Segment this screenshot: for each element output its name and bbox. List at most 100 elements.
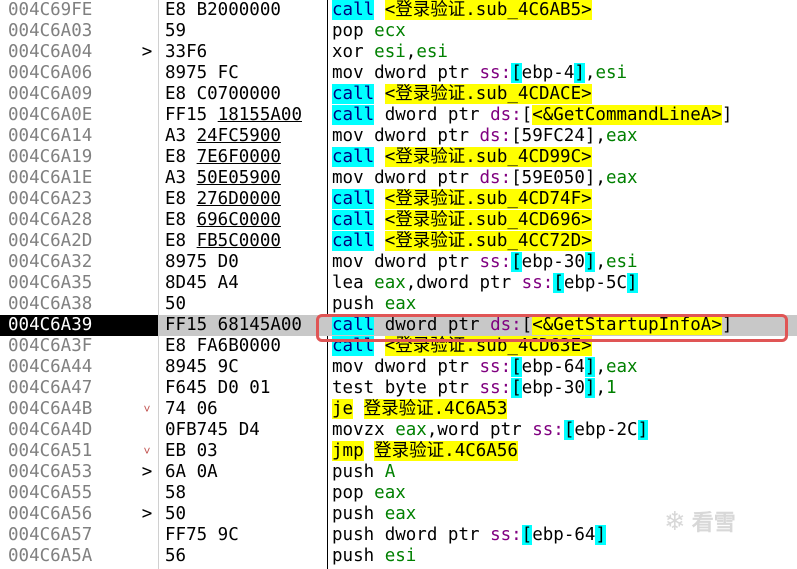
segment-prefix: ds:	[479, 168, 512, 188]
operand-text: ,	[595, 168, 606, 188]
address-cell: 004C6A1E	[8, 168, 93, 188]
mnemonic: push	[332, 294, 375, 314]
address-cell: 004C6A55	[8, 483, 93, 503]
instruction-cell: push esi	[332, 546, 416, 567]
address-cell: 004C6A06	[8, 63, 93, 83]
memory-bracket: [	[511, 252, 522, 272]
disasm-row[interactable]: 004C6A3F E8 FA6B0000 call <登录验证.sub_4CD63E…	[0, 336, 797, 357]
operand-text: ,dword ptr	[405, 273, 522, 293]
instruction-cell: test byte ptr ss:[ebp-30],1	[332, 378, 617, 399]
instruction-cell: je 登录验证.4C6A53	[332, 399, 508, 420]
address-cell: 004C6A53	[8, 462, 93, 482]
bytes-cell: A3 24FC5900	[165, 126, 325, 147]
address-cell: 004C6A04	[8, 42, 93, 62]
disasm-row[interactable]: 004C6A2D E8 FB5C0000 call <登录验证.sub_4CC72D…	[0, 231, 797, 252]
mnemonic: push	[332, 546, 375, 566]
disasm-row[interactable]: 004C6A19 E8 7E6F0000 call <登录验证.sub_4CD99C…	[0, 147, 797, 168]
instruction-cell: pop eax	[332, 483, 406, 504]
bytes-cell: E8 B2000000	[165, 0, 325, 21]
memory-bracket: ]	[584, 357, 596, 377]
disasm-row[interactable]: 004C6A23 E8 276D0000 call <登录验证.sub_4CD74F…	[0, 189, 797, 210]
disasm-row[interactable]: 004C6A03 59 pop ecx	[0, 21, 797, 42]
mnemonic: push	[332, 462, 375, 482]
opcode-bytes: 59	[165, 21, 187, 41]
disasm-row[interactable]: 004C6A39 FF15 68145A00 call dword ptr ds:[…	[0, 315, 797, 336]
disasm-row[interactable]: 004C6A47 F645 D0 01 test byte ptr ss:[ebp-…	[0, 378, 797, 399]
mnemonic: push	[332, 504, 375, 524]
disasm-row[interactable]: 004C6A35 8D45 A4 lea eax,dword ptr ss:[ebp…	[0, 273, 797, 294]
address-cell: 004C6A4B	[8, 399, 93, 419]
register: eax	[395, 420, 427, 440]
disasm-row[interactable]: 004C6A53 >6A 0A push A	[0, 462, 797, 483]
memory-bracket: ]	[627, 273, 638, 293]
mnemonic: lea	[332, 273, 364, 293]
disasm-row[interactable]: 004C6A04 >33F6 xor esi,esi	[0, 42, 797, 63]
opcode-bytes: FF15	[165, 105, 218, 125]
disasm-row[interactable]: 004C6A51 ˅ EB 03 jmp 登录验证.4C6A56	[0, 441, 797, 462]
mnemonic: call	[332, 315, 375, 335]
mnemonic: pop	[332, 483, 364, 503]
mnemonic: mov	[332, 63, 364, 83]
opcode-bytes: E8 B2000000	[165, 0, 281, 20]
mnemonic: xor	[332, 42, 364, 62]
symbol-reference: 登录验证.4C6A53	[363, 399, 508, 419]
operand-text: ,word ptr	[426, 420, 533, 440]
disasm-row[interactable]: 004C6A38 50 push eax	[0, 294, 797, 315]
address-cell: 004C6A14	[8, 126, 93, 146]
bytes-cell: 8975 D0	[165, 252, 325, 273]
register: eax	[605, 357, 638, 377]
memory-bracket: ]	[595, 525, 606, 545]
bytes-cell: FF75 9C	[165, 525, 325, 546]
segment-prefix: ds:	[479, 126, 512, 146]
memory-bracket: [	[511, 357, 522, 377]
symbol-reference: <登录验证.sub_4CD99C>	[384, 147, 592, 167]
disasm-row[interactable]: 004C6A5A 56 push esi	[0, 546, 797, 567]
segment-prefix: ss:	[532, 420, 564, 440]
mnemonic: call	[332, 84, 375, 104]
operand-text: [59E050]	[511, 168, 596, 188]
register: eax	[605, 126, 638, 146]
disasm-row[interactable]: 004C6A06 8975 FC mov dword ptr ss:[ebp-4],…	[0, 63, 797, 84]
disasm-row[interactable]: 004C6A4B ˅ 74 06 je 登录验证.4C6A53	[0, 399, 797, 420]
disasm-row[interactable]: 004C6A28 E8 696C0000 call <登录验证.sub_4CD696…	[0, 210, 797, 231]
memory-bracket: ]	[584, 378, 596, 398]
mnemonic: movzx	[332, 420, 385, 440]
instruction-cell: call <登录验证.sub_4CC72D>	[332, 231, 592, 252]
bytes-cell: 33F6	[165, 42, 325, 63]
operand-text: ,	[595, 252, 606, 272]
bytes-cell: 58	[165, 483, 325, 504]
instruction-cell: call <登录验证.sub_4CD99C>	[332, 147, 592, 168]
register: eax	[605, 168, 638, 188]
bytes-cell: 50	[165, 504, 325, 525]
mnemonic: call	[332, 189, 375, 209]
memory-bracket: [	[511, 63, 522, 83]
disasm-row[interactable]: 004C6A32 8975 D0 mov dword ptr ss:[ebp-30]…	[0, 252, 797, 273]
register: esi	[374, 42, 406, 62]
address-cell: 004C6A39	[0, 315, 158, 336]
memory-bracket: ]	[637, 420, 649, 440]
bytes-cell: A3 50E05900	[165, 168, 325, 189]
opcode-bytes: E8 FA6B0000	[165, 336, 281, 356]
disasm-row[interactable]: 004C6A4D 0FB745 D4 movzx eax,word ptr ss:[…	[0, 420, 797, 441]
address-cell: 004C6A5A	[8, 546, 93, 566]
disasm-row[interactable]: 004C6A55 58 pop eax	[0, 483, 797, 504]
address-cell: 004C6A44	[8, 357, 93, 377]
disasm-row[interactable]: 004C6A0E FF15 18155A00 call dword ptr ds:[…	[0, 105, 797, 126]
operand-text: ]	[721, 315, 733, 335]
disasm-row[interactable]: 004C6A44 8945 9C mov dword ptr ss:[ebp-64]…	[0, 357, 797, 378]
opcode-bytes: 74 06	[165, 399, 218, 419]
symbol-reference: <登录验证.sub_4CD74F>	[384, 189, 592, 209]
disasm-row[interactable]: 004C6A09 E8 C0700000 call <登录验证.sub_4CDACE…	[0, 84, 797, 105]
segment-prefix: ss:	[479, 63, 512, 83]
opcode-bytes: E8	[165, 231, 197, 251]
bytes-cell: 56	[165, 546, 325, 567]
opcode-bytes: E8	[165, 147, 197, 167]
operand-bytes: 7E6F0000	[196, 147, 281, 167]
instruction-cell: mov dword ptr ss:[ebp-64],eax	[332, 357, 638, 378]
opcode-bytes: FF75 9C	[165, 525, 239, 545]
disasm-row[interactable]: 004C6A1E A3 50E05900 mov dword ptr ds:[59E…	[0, 168, 797, 189]
disasm-row[interactable]: 004C6A14 A3 24FC5900 mov dword ptr ds:[59F…	[0, 126, 797, 147]
opcode-bytes: 50	[165, 294, 187, 314]
disasm-row[interactable]: 004C69FE E8 B2000000 call <登录验证.sub_4C6AB5…	[0, 0, 797, 21]
disassembly-list[interactable]: 004C69FE E8 B2000000 call <登录验证.sub_4C6AB5…	[0, 0, 797, 567]
